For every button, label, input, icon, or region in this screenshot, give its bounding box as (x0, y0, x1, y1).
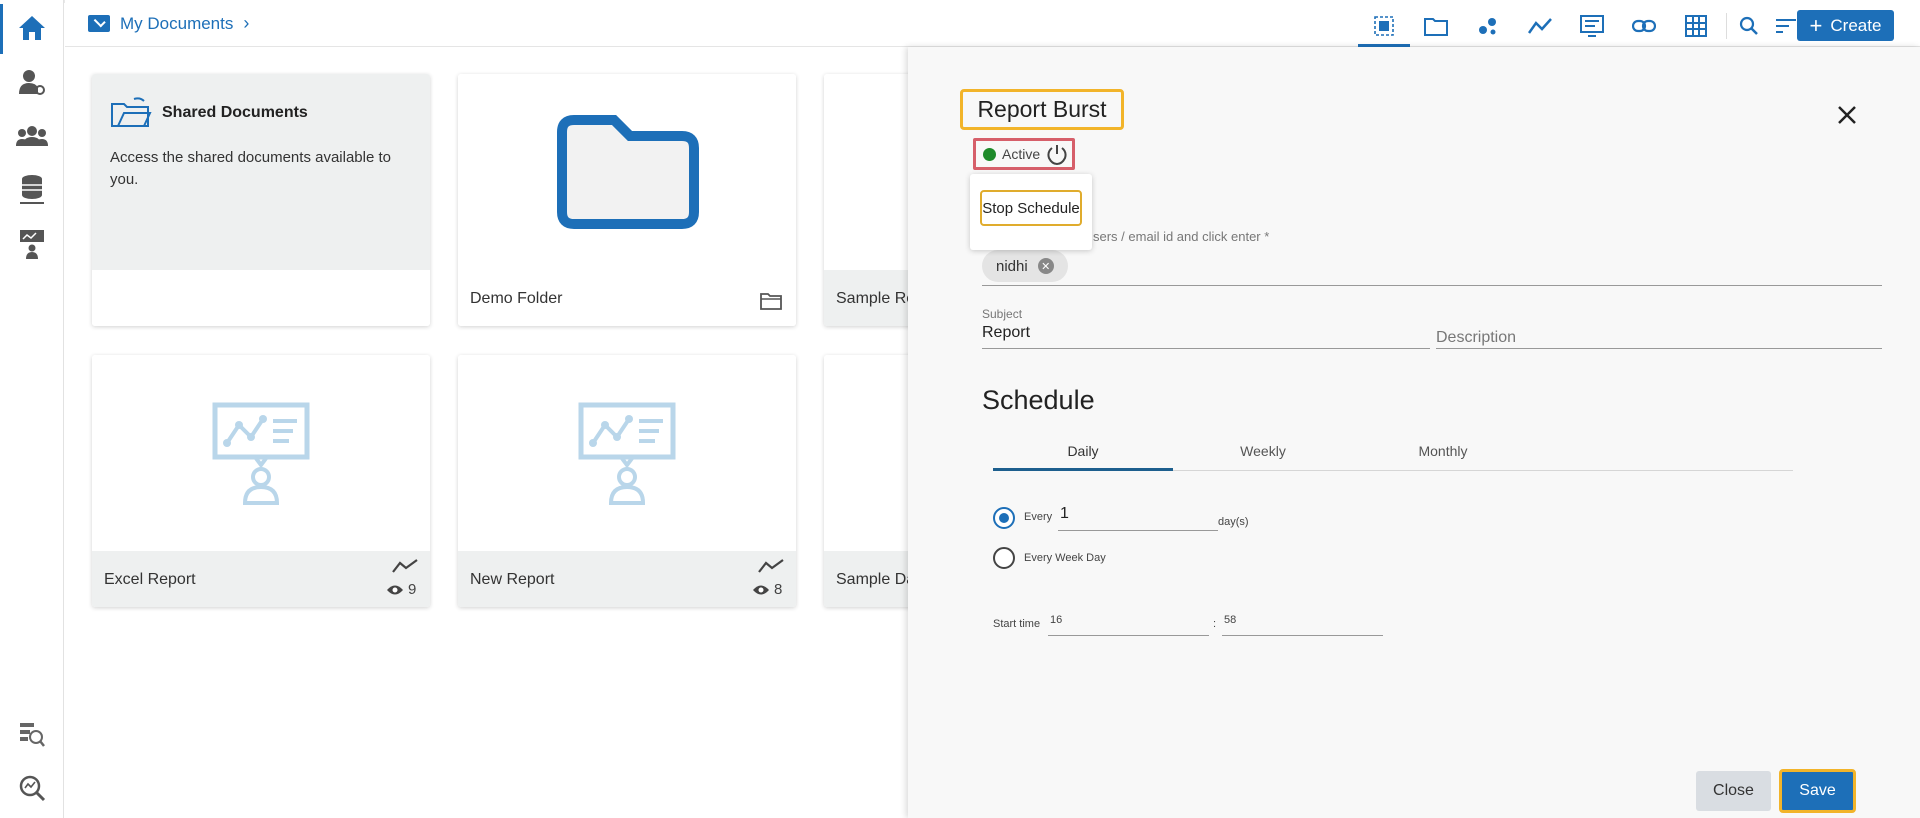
report-icon[interactable] (1566, 6, 1618, 46)
user-settings-icon[interactable] (16, 66, 48, 98)
card-excel-report[interactable]: Excel Report 9 (92, 355, 430, 607)
card-footer (92, 270, 430, 326)
tab-monthly[interactable]: Monthly (1353, 443, 1533, 459)
time-separator: : (1213, 618, 1217, 630)
eye-icon (387, 585, 403, 594)
close-icon[interactable] (1834, 102, 1860, 128)
toolbar-divider (1726, 13, 1727, 39)
card-title: Shared Documents (162, 104, 308, 121)
line-chart-icon[interactable] (1514, 6, 1566, 46)
report-placeholder-icon (212, 402, 310, 505)
every-days-input[interactable]: 1 (1058, 505, 1218, 531)
every-label: Every (1024, 511, 1053, 523)
card-name: New Report (470, 571, 555, 588)
status-dot (983, 147, 996, 161)
stop-schedule-button[interactable]: Stop Schedule (980, 190, 1082, 226)
view-count: 8 (752, 581, 782, 598)
recipient-chip: nidhi ✕ (982, 250, 1068, 282)
shared-folder-icon (111, 97, 152, 127)
start-hour-input[interactable]: 16 (1048, 614, 1209, 636)
subject-label: Subject (982, 307, 1023, 321)
scatter-chart-icon[interactable] (1462, 6, 1514, 46)
active-indicator (0, 4, 3, 54)
plus-icon: + (1809, 12, 1823, 38)
description-underline (1436, 348, 1882, 349)
home-icon[interactable] (16, 12, 48, 44)
grid-table-icon[interactable] (1670, 6, 1722, 46)
view-count: 9 (386, 581, 416, 598)
eye-icon (753, 585, 769, 594)
toolbar (1358, 6, 1805, 47)
chip-label: nidhi (996, 257, 1028, 275)
breadcrumb[interactable]: My Documents › (88, 13, 249, 34)
subject-input[interactable]: Report (982, 324, 1030, 342)
tab-active-indicator (993, 468, 1173, 471)
drawer-title: Report Burst (960, 89, 1124, 130)
card-thumb: Shared Documents Access the shared docum… (92, 74, 430, 270)
breadcrumb-label[interactable]: My Documents (120, 14, 233, 34)
card-demo-folder[interactable]: Demo Folder (458, 74, 796, 326)
chevron-right-icon: › (243, 13, 250, 33)
card-name: Demo Folder (470, 290, 563, 307)
search-insights-icon[interactable] (16, 772, 48, 804)
card-thumb (458, 74, 796, 270)
card-thumb (458, 355, 796, 551)
view-count-value: 9 (408, 581, 417, 598)
link-icon[interactable] (1618, 6, 1670, 46)
users-group-icon[interactable] (16, 120, 48, 152)
view-count-value: 8 (774, 581, 783, 598)
days-unit-label: day(s) (1218, 516, 1249, 528)
card-footer: New Report 8 (458, 551, 796, 607)
card-name: Sample Da (836, 571, 916, 588)
radio-every-week-day[interactable] (993, 547, 1015, 569)
card-shared-documents[interactable]: Shared Documents Access the shared docum… (92, 74, 430, 326)
card-description: Access the shared documents available to… (110, 149, 391, 188)
start-time-label: Start time (993, 618, 1041, 630)
tab-daily[interactable]: Daily (993, 443, 1173, 459)
create-label: Create (1830, 15, 1882, 35)
card-footer: Excel Report 9 (92, 551, 430, 607)
card-name: Sample Re (836, 290, 916, 307)
search-icon[interactable] (1731, 6, 1767, 46)
report-placeholder-icon (578, 402, 676, 505)
database-icon[interactable] (16, 174, 48, 206)
card-footer: Demo Folder (458, 270, 796, 326)
folder-check-icon (88, 15, 110, 32)
folder-outline-icon (760, 293, 782, 310)
schedule-title: Schedule (982, 385, 1095, 415)
card-name: Excel Report (104, 571, 196, 588)
radio-every[interactable] (993, 507, 1015, 529)
recipients-input[interactable] (982, 285, 1882, 286)
save-button[interactable]: Save (1779, 769, 1856, 813)
close-button[interactable]: Close (1696, 771, 1771, 811)
folder-icon[interactable] (1410, 6, 1462, 46)
recipients-label: sers / email id and click enter * (1093, 229, 1270, 244)
subject-underline (982, 348, 1430, 349)
select-all-icon[interactable] (1358, 6, 1410, 47)
line-chart-icon (392, 559, 418, 573)
status-label: Active (1002, 146, 1041, 162)
report-burst-drawer: Report Burst Active sers / email id and … (908, 47, 1920, 818)
data-search-icon[interactable] (16, 718, 48, 750)
left-nav-rail (0, 0, 64, 818)
start-minute-input[interactable]: 58 (1222, 614, 1383, 636)
card-new-report[interactable]: New Report 8 (458, 355, 796, 607)
create-button[interactable]: + Create (1797, 10, 1894, 41)
schedule-popover: Stop Schedule (970, 174, 1092, 250)
card-thumb (92, 355, 430, 551)
line-chart-icon (758, 559, 784, 573)
tab-weekly[interactable]: Weekly (1173, 443, 1353, 459)
every-week-day-label: Every Week Day (1024, 552, 1106, 564)
presentation-user-icon[interactable] (16, 228, 48, 260)
large-folder-icon (557, 115, 699, 229)
chip-remove-icon[interactable]: ✕ (1037, 258, 1054, 274)
power-icon[interactable] (1046, 143, 1068, 165)
status-toggle[interactable]: Active (973, 138, 1075, 170)
description-input[interactable]: Description (1436, 329, 1516, 347)
